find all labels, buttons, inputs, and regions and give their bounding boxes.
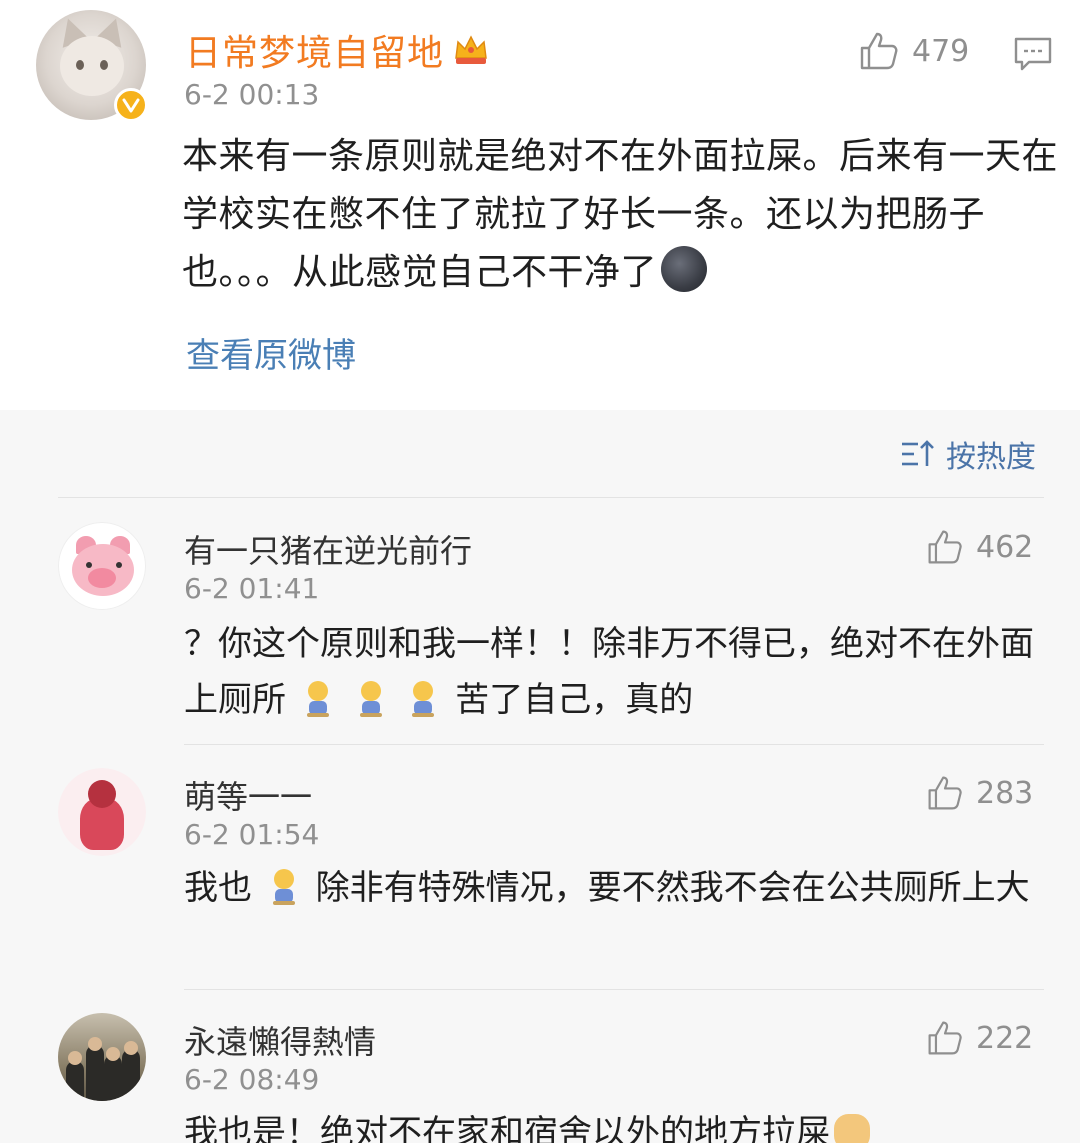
comment-body: ？你这个原则和我一样！！除非万不得已，绝对不在外面上厕所 苦了自己，真的 [184, 616, 1044, 728]
divider [58, 497, 1044, 498]
comment-time: 6-2 01:54 [184, 818, 320, 851]
commenter-avatar[interactable] [58, 522, 146, 610]
author-name[interactable]: 日常梦境自留地 [185, 24, 490, 76]
comment-like-count: 222 [976, 1020, 1034, 1056]
cat-eye [76, 60, 84, 70]
post-body: 本来有一条原则就是绝对不在外面拉屎。后来有一天在学校实在憋不住了就拉了好长一条。… [182, 128, 1062, 302]
pig-eye [116, 562, 122, 568]
thumbs-up-icon [860, 32, 898, 70]
thumbs-up-icon [928, 1021, 962, 1055]
commenter-avatar[interactable] [58, 768, 146, 856]
commenter-avatar[interactable] [58, 1013, 146, 1101]
sort-icon [902, 440, 934, 466]
verified-badge-icon [114, 88, 148, 122]
comment-body: 我也 除非有特殊情况，要不然我不会在公共厕所上大 [184, 860, 1044, 916]
band-member [86, 1045, 104, 1101]
commenter-name[interactable]: 永遠懶得熱情 [184, 1017, 376, 1063]
band-member-head [106, 1047, 120, 1061]
comment-page: 日常梦境自留地 6-2 00:13 479 本来有一条原则就是绝对不在外面拉屎。… [0, 0, 1080, 1143]
comment-like-button[interactable]: 462 [926, 528, 1033, 566]
post-time: 6-2 00:13 [184, 78, 320, 111]
post-like-count: 479 [912, 33, 970, 69]
view-original-link[interactable]: 查看原微博 [186, 328, 356, 377]
pig-eye [86, 562, 92, 568]
fist-emoji-icon [834, 1114, 870, 1143]
crying-face-emoji-icon [272, 869, 295, 905]
divider [184, 744, 1044, 745]
thumbs-up-icon [928, 530, 962, 564]
crying-face-emoji-icon [359, 681, 382, 717]
girl-head [88, 780, 116, 808]
comment-text: 苦了自己，真的 [455, 680, 694, 720]
comment-body: 我也是！绝对不在家和宿舍以外的地方拉屎 [184, 1105, 1044, 1143]
crying-face-emoji-icon [306, 681, 329, 717]
divider [184, 989, 1044, 990]
comment-text: 我也是！绝对不在家和宿舍以外的地方拉屎 [184, 1113, 830, 1143]
band-member [104, 1055, 122, 1101]
comment-text: 我也 [184, 868, 252, 908]
comment-like-button[interactable]: 222 [926, 1019, 1033, 1057]
crown-icon [452, 32, 490, 68]
band-member [66, 1061, 84, 1101]
crying-face-emoji-icon [412, 681, 435, 717]
sort-by-hot-button[interactable]: 按热度 [900, 432, 1036, 476]
comment-item: 有一只猪在逆光前行 6-2 01:41 462 ？你这个原则和我一样！！除非万不… [0, 500, 1080, 745]
band-member-head [88, 1037, 102, 1051]
comment-like-count: 462 [976, 529, 1034, 565]
band-member [122, 1049, 140, 1101]
original-post: 日常梦境自留地 6-2 00:13 479 本来有一条原则就是绝对不在外面拉屎。… [0, 0, 1080, 410]
pig-snout [88, 568, 116, 588]
post-body-text: 本来有一条原则就是绝对不在外面拉屎。后来有一天在学校实在憋不住了就拉了好长一条。… [182, 136, 1059, 293]
comment-like-count: 283 [976, 775, 1034, 811]
cat-face [60, 36, 124, 96]
commenter-name[interactable]: 有一只猪在逆光前行 [184, 526, 472, 572]
commenter-name[interactable]: 萌等一一 [184, 772, 312, 818]
band-member-head [68, 1051, 82, 1065]
comment-item: 永遠懶得熱情 6-2 08:49 222 我也是！绝对不在家和宿舍以外的地方拉屎 [0, 991, 1080, 1143]
thumbs-up-icon [928, 776, 962, 810]
comment-like-button[interactable]: 283 [926, 774, 1033, 812]
post-like-button[interactable]: 479 [858, 30, 969, 72]
band-member-head [124, 1041, 138, 1055]
sort-label: 按热度 [946, 440, 1036, 475]
comment-icon[interactable] [1013, 36, 1053, 72]
comment-item: 萌等一一 6-2 01:54 283 我也 除非有特殊情况，要不然我不会在公共厕… [0, 746, 1080, 990]
cat-eye [100, 60, 108, 70]
comment-text: 除非有特殊情况，要不然我不会在公共厕所上大 [315, 868, 1030, 908]
new-moon-face-emoji-icon [661, 246, 708, 292]
author-name-text[interactable]: 日常梦境自留地 [185, 24, 444, 76]
comment-time: 6-2 08:49 [184, 1063, 320, 1096]
comment-time: 6-2 01:41 [184, 572, 320, 605]
